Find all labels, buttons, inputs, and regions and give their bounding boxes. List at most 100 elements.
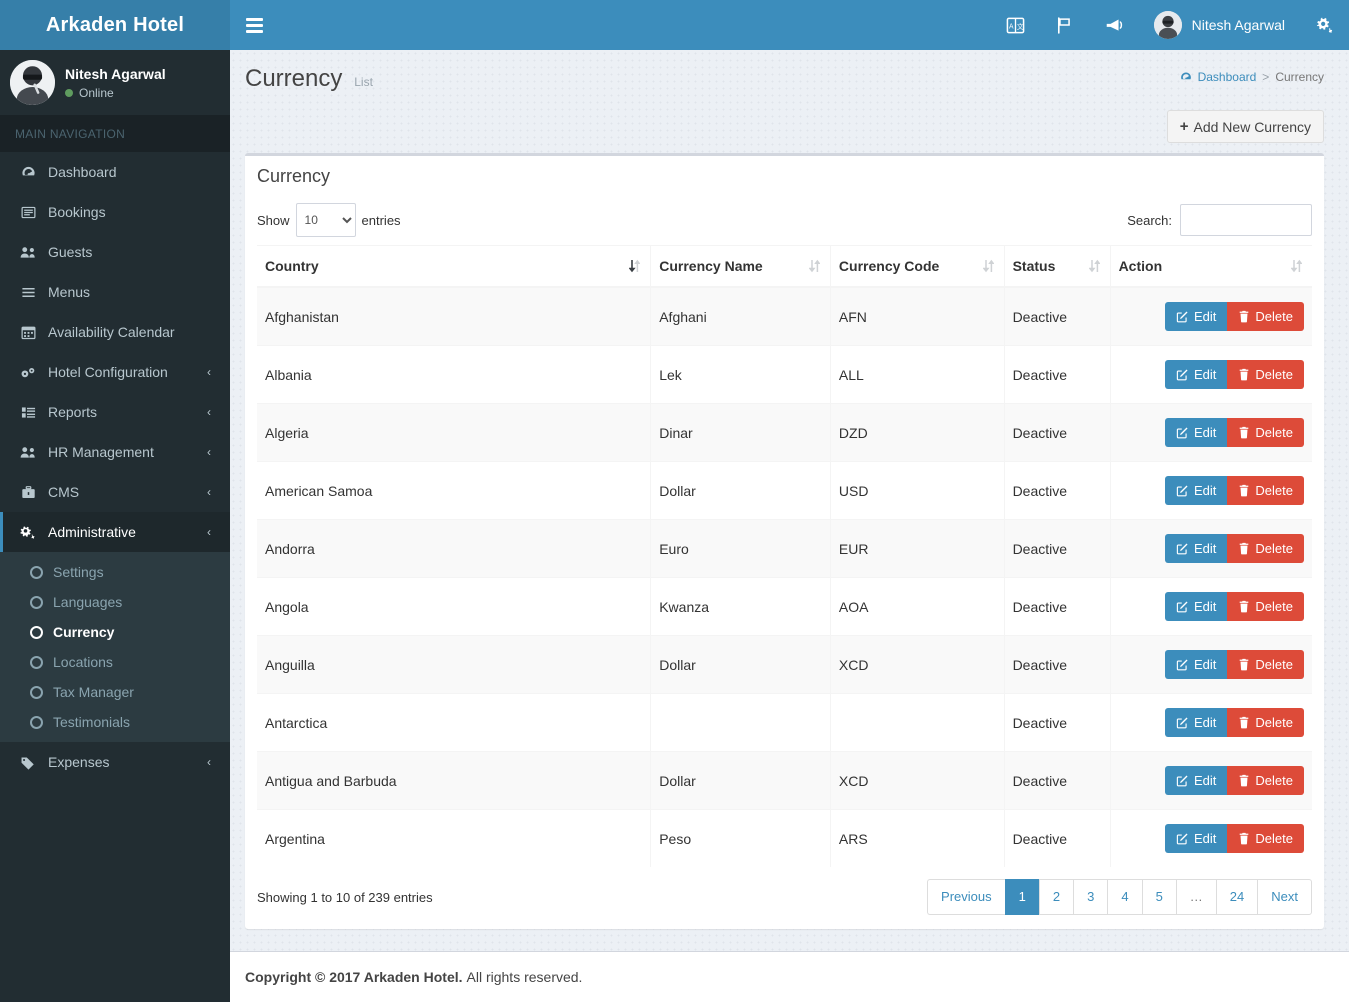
sidebar-item-guests[interactable]: Guests (0, 232, 230, 272)
pagination-page-2[interactable]: 2 (1038, 879, 1074, 916)
column-label: Status (1012, 258, 1056, 274)
column-header-country[interactable]: Country (257, 245, 652, 288)
breadcrumb-home-label: Dashboard (1197, 70, 1257, 84)
pagination-page-1[interactable]: 1 (1004, 879, 1039, 916)
sidebar-toggle-button[interactable] (230, 0, 278, 50)
pagination-page-3[interactable]: 3 (1073, 879, 1108, 916)
cell-action: Edit Delete (1110, 693, 1312, 752)
sidebar-user-info: Nitesh Agarwal Online (65, 66, 166, 100)
edit-button[interactable]: Edit (1165, 708, 1228, 737)
delete-button[interactable]: Delete (1227, 708, 1304, 737)
cell-country: Afghanistan (257, 286, 652, 346)
sort-both-icon (982, 259, 995, 274)
edit-button[interactable]: Edit (1165, 824, 1228, 853)
column-header-action[interactable]: Action (1110, 245, 1312, 288)
pagination-page-4[interactable]: 4 (1107, 879, 1142, 916)
trash-icon (1240, 542, 1249, 555)
table-info-text: Showing 1 to 10 of 239 entries (257, 889, 433, 905)
edit-label: Edit (1194, 831, 1217, 846)
sidebar-item-reports[interactable]: Reports ‹ (0, 392, 230, 432)
cell-status: Deactive (1004, 519, 1111, 578)
delete-button[interactable]: Delete (1227, 534, 1304, 563)
translate-icon[interactable]: A 文 (991, 0, 1040, 50)
delete-button[interactable]: Delete (1227, 302, 1304, 331)
chevron-left-icon: ‹ (207, 445, 211, 459)
column-header-currency-name[interactable]: Currency Name (650, 245, 831, 288)
cell-status: Deactive (1004, 345, 1111, 404)
sidebar-item-dashboard[interactable]: Dashboard (0, 152, 230, 192)
row-action-group: Edit Delete (1165, 824, 1304, 853)
edit-label: Edit (1194, 309, 1217, 324)
sidebar-subitem-label: Locations (53, 654, 113, 670)
edit-button[interactable]: Edit (1165, 360, 1228, 389)
sidebar: Nitesh Agarwal Online MAIN NAVIGATION Da… (0, 50, 230, 1002)
delete-button[interactable]: Delete (1227, 650, 1304, 679)
delete-button[interactable]: Delete (1227, 766, 1304, 795)
sidebar-item-hr-management[interactable]: HR Management ‹ (0, 432, 230, 472)
pencil-square-icon (1176, 833, 1188, 845)
sidebar-item-availability-calendar[interactable]: Availability Calendar (0, 312, 230, 352)
edit-button[interactable]: Edit (1165, 592, 1228, 621)
column-header-status[interactable]: Status (1004, 245, 1111, 288)
sidebar-subitem-label: Languages (53, 594, 123, 610)
cell-currency-code: USD (830, 461, 1005, 520)
cell-country: Algeria (257, 403, 652, 462)
plus-icon: + (1179, 118, 1189, 135)
pagination-next-button[interactable]: Next (1257, 879, 1312, 916)
cell-action: Edit Delete (1110, 461, 1312, 520)
sidebar-item-label: Bookings (48, 204, 106, 220)
breadcrumb-dashboard-link[interactable]: Dashboard (1180, 70, 1257, 84)
bullhorn-icon[interactable] (1089, 0, 1139, 50)
edit-button[interactable]: Edit (1165, 650, 1228, 679)
pagination-previous-button[interactable]: Previous (927, 879, 1005, 916)
sidebar-item-cms[interactable]: CMS ‹ (0, 472, 230, 512)
add-new-currency-button[interactable]: + Add New Currency (1166, 110, 1324, 143)
cell-currency-code: AOA (830, 577, 1005, 636)
sidebar-subitem-tax-manager[interactable]: Tax Manager (0, 677, 230, 707)
sidebar-item-menus[interactable]: Menus (0, 272, 230, 312)
trash-icon (1240, 716, 1249, 729)
delete-button[interactable]: Delete (1227, 476, 1304, 505)
cell-currency-code: ARS (830, 809, 1005, 867)
edit-button[interactable]: Edit (1165, 302, 1228, 331)
control-sidebar-gear-icon[interactable] (1300, 0, 1349, 50)
sidebar-user-panel: Nitesh Agarwal Online (0, 50, 230, 116)
search-input[interactable] (1180, 204, 1312, 236)
edit-button[interactable]: Edit (1165, 476, 1228, 505)
delete-button[interactable]: Delete (1227, 360, 1304, 389)
trash-icon (1240, 832, 1249, 845)
delete-button[interactable]: Delete (1227, 824, 1304, 853)
cell-action: Edit Delete (1110, 519, 1312, 578)
content-header: Currency List Dashboard > Currency (230, 50, 1349, 110)
sidebar-item-expenses[interactable]: Expenses ‹ (0, 742, 230, 782)
content-wrapper: Currency List Dashboard > Currency + Add… (230, 50, 1349, 1002)
delete-button[interactable]: Delete (1227, 592, 1304, 621)
table-row: Anguilla Dollar XCD Deactive Edit Delete (257, 635, 1312, 694)
row-action-group: Edit Delete (1165, 650, 1304, 679)
entries-per-page-select[interactable]: 10 25 50 100 (295, 203, 356, 237)
user-menu[interactable]: Nitesh Agarwal (1139, 0, 1300, 50)
cell-status: Deactive (1004, 577, 1111, 636)
footer-copyright: Copyright © 2017 Arkaden Hotel. (245, 969, 463, 985)
sidebar-subitem-settings[interactable]: Settings (0, 557, 230, 587)
sidebar-item-administrative[interactable]: Administrative ‹ Settings Languages Curr… (0, 512, 230, 742)
edit-button[interactable]: Edit (1165, 418, 1228, 447)
sidebar-item-bookings[interactable]: Bookings (0, 192, 230, 232)
flag-icon[interactable] (1040, 0, 1089, 50)
brand-logo[interactable]: Arkaden Hotel (0, 0, 230, 50)
sidebar-item-hotel-configuration[interactable]: Hotel Configuration ‹ (0, 352, 230, 392)
pagination-page-24[interactable]: 24 (1215, 879, 1258, 916)
guests-icon (18, 245, 38, 260)
sidebar-subitem-testimonials[interactable]: Testimonials (0, 707, 230, 737)
sidebar-subitem-locations[interactable]: Locations (0, 647, 230, 677)
sidebar-item-label: Dashboard (48, 164, 117, 180)
delete-button[interactable]: Delete (1227, 418, 1304, 447)
pagination-page-5[interactable]: 5 (1141, 879, 1176, 916)
sidebar-subitem-languages[interactable]: Languages (0, 587, 230, 617)
edit-button[interactable]: Edit (1165, 766, 1228, 795)
datatable-controls: Show 10 25 50 100 entries Search: (257, 203, 1312, 245)
edit-button[interactable]: Edit (1165, 534, 1228, 563)
sidebar-subitem-currency[interactable]: Currency (0, 617, 230, 647)
column-header-currency-code[interactable]: Currency Code (830, 245, 1005, 288)
cell-currency-name: Dollar (650, 751, 831, 810)
